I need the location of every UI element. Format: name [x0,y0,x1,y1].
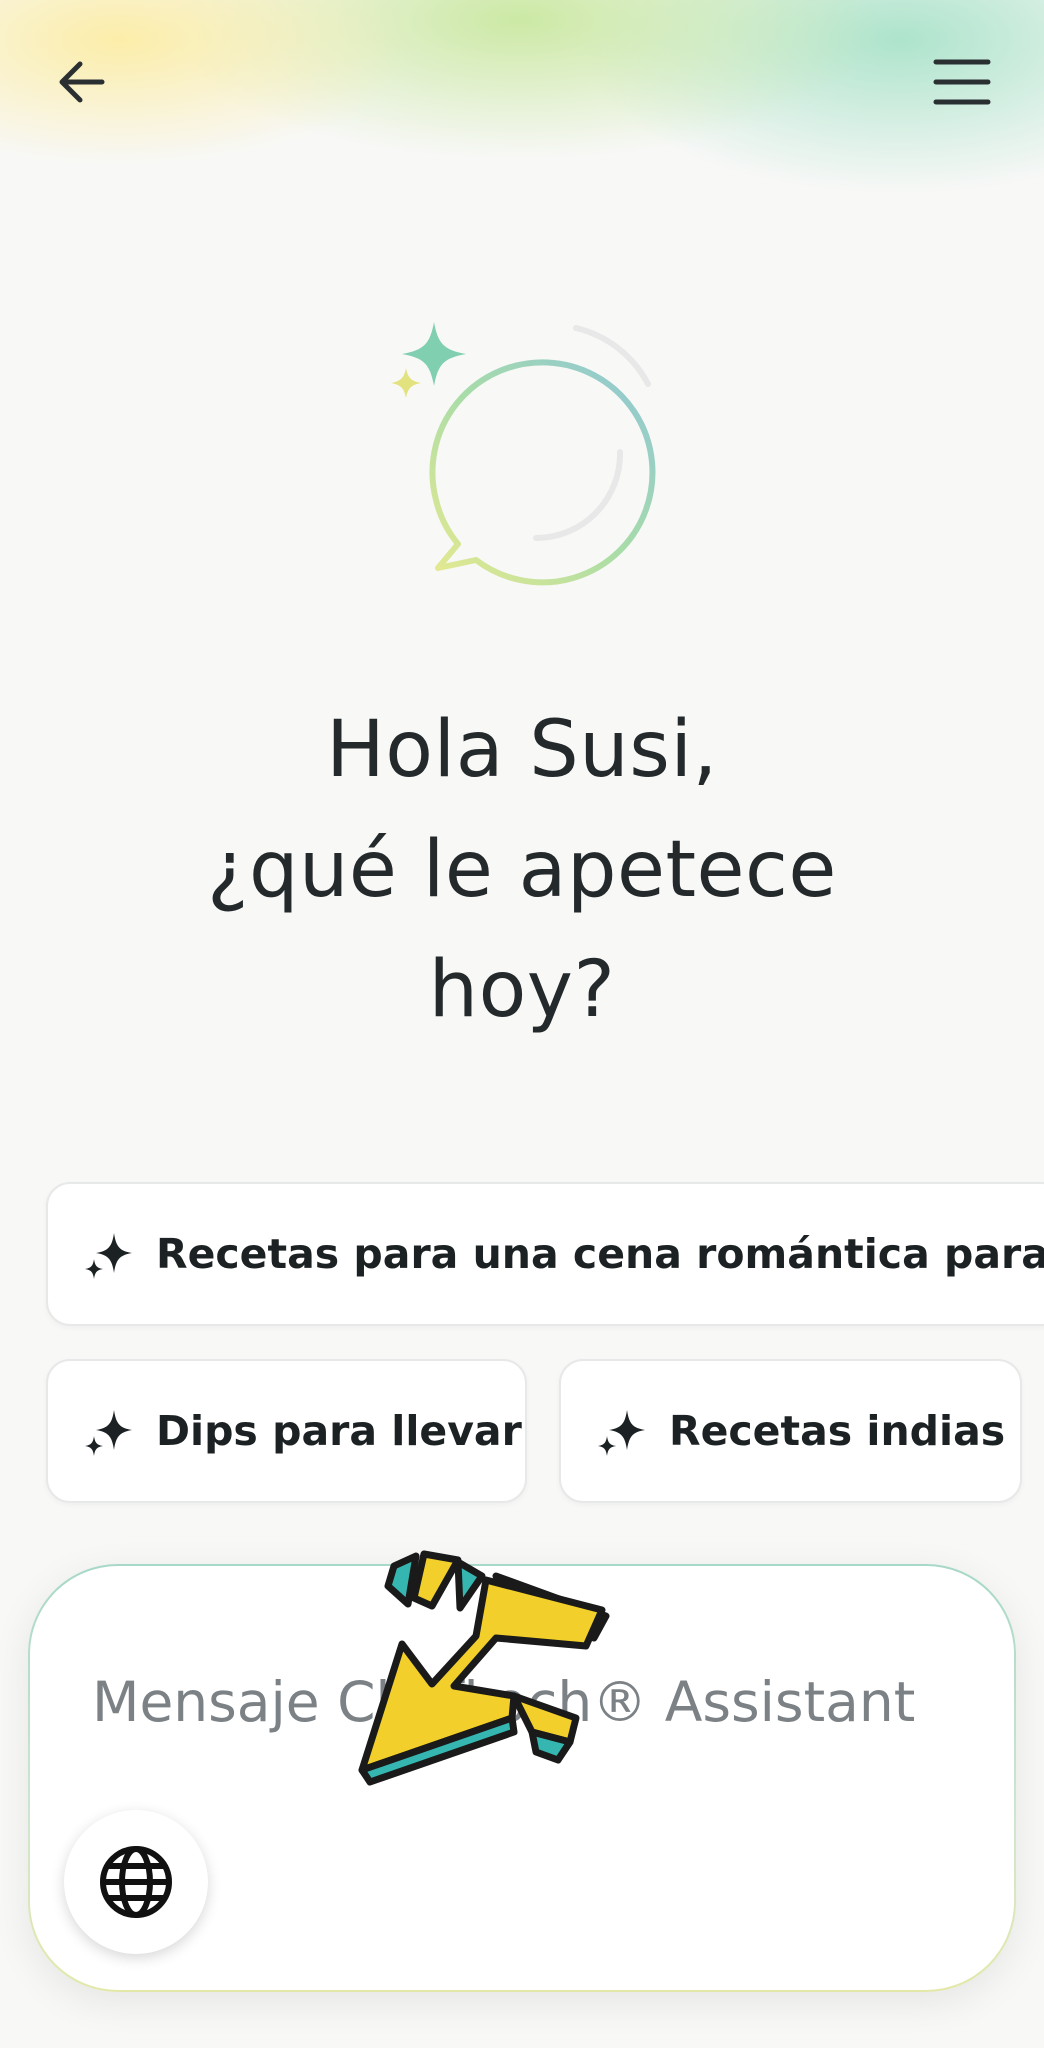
greeting-line-3: hoy? [428,945,616,1035]
back-button[interactable] [42,42,122,122]
message-input[interactable] [92,1654,952,1750]
assistant-chat-logo-icon [391,322,656,586]
arrow-left-icon [59,61,105,103]
language-button[interactable] [64,1810,208,1954]
greeting-line-2: ¿qué le apetece [207,825,837,915]
hamburger-menu-icon [933,59,991,105]
suggestion-chip-dips[interactable]: Dips para llevar [46,1359,527,1503]
globe-icon [100,1846,172,1918]
header-gradient [0,0,1044,360]
suggestion-chip-romantic-dinner[interactable]: Recetas para una cena romántica para dos [46,1182,1044,1326]
message-composer [28,1564,1016,1992]
suggestion-chip-indian-recipes[interactable]: Recetas indias [559,1359,1022,1503]
message-composer-body [30,1566,1014,1990]
sparkle-icon [85,1233,132,1279]
menu-button[interactable] [922,42,1002,122]
suggestion-label: Recetas indias [669,1407,1006,1455]
sparkle-icon [598,1410,645,1456]
suggestion-label: Dips para llevar [156,1407,522,1455]
suggestion-label: Recetas para una cena romántica para dos [156,1230,1044,1278]
greeting-line-1: Hola Susi, [326,705,718,795]
greeting-heading: Hola Susi, ¿qué le apetece hoy? [0,690,1044,1050]
sparkle-icon [85,1410,132,1456]
